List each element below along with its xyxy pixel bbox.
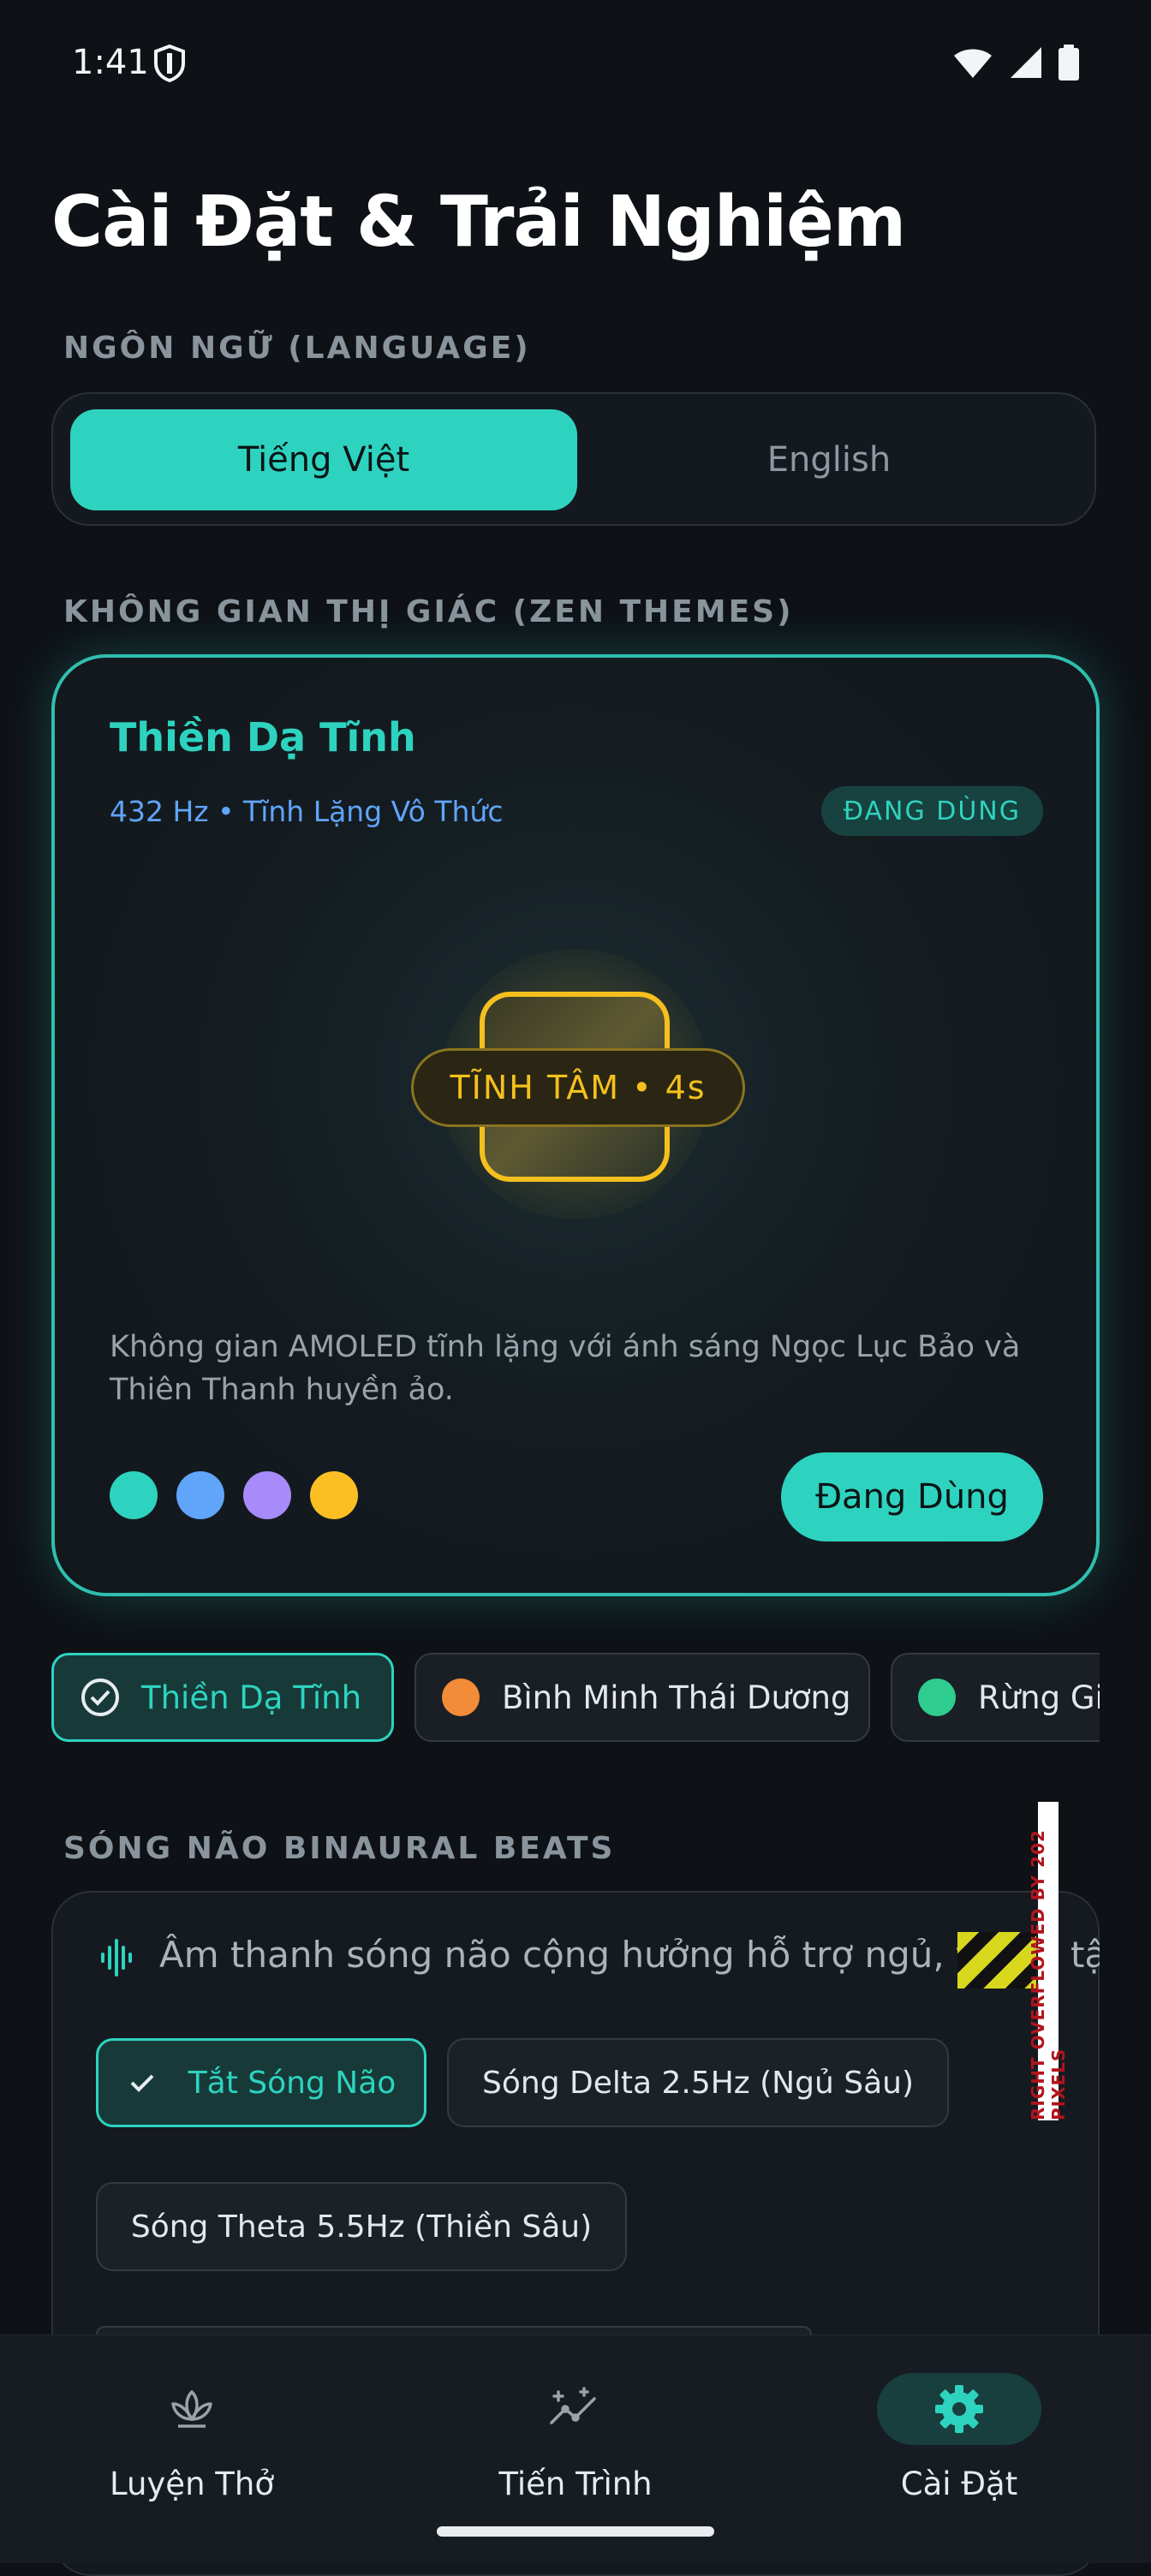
language-option-english[interactable]: English: [576, 409, 1082, 510]
nav-item-breathing[interactable]: Luyện Thở: [0, 2335, 384, 2563]
nav-label: Luyện Thở: [110, 2466, 274, 2502]
page-title: Cài Đặt & Trải Nghiệm: [51, 182, 906, 263]
nav-label: Cài Đặt: [900, 2466, 1018, 2502]
beat-option-delta[interactable]: Sóng Delta 2.5Hz (Ngủ Sâu): [447, 2038, 949, 2127]
trend-sparkle-icon: [524, 2373, 627, 2445]
home-indicator[interactable]: [437, 2526, 714, 2537]
theme-chip-label: Thiền Dạ Tĩnh: [141, 1679, 362, 1716]
gear-icon: [877, 2373, 1041, 2445]
color-dot-icon: [918, 1679, 956, 1716]
wifi-icon: [954, 49, 992, 78]
beat-option-label: Tắt Sóng Não: [188, 2065, 397, 2101]
nav-item-settings[interactable]: Cài Đặt: [767, 2335, 1151, 2563]
color-dot-icon: [442, 1679, 480, 1716]
status-time: 1:41: [72, 43, 149, 82]
check-icon: [130, 2074, 154, 2092]
palette-dot-blue: [176, 1471, 224, 1519]
breath-label: TĨNH TÂM • 4s: [411, 1048, 745, 1127]
theme-description: Không gian AMOLED tĩnh lặng với ánh sáng…: [110, 1330, 1021, 1407]
theme-subtitle: 432 Hz • Tĩnh Lặng Vô Thức: [110, 795, 504, 828]
palette-dot-teal: [110, 1471, 158, 1519]
use-theme-button[interactable]: Đang Dùng: [781, 1452, 1043, 1541]
beat-option-theta[interactable]: Sóng Theta 5.5Hz (Thiền Sâu): [96, 2182, 627, 2271]
language-section-label: NGÔN NGỮ (LANGUAGE): [63, 331, 531, 366]
theme-name: Thiền Dạ Tĩnh: [110, 714, 416, 760]
battery-icon: [1059, 45, 1079, 80]
beat-option-label: Sóng Theta 5.5Hz (Thiền Sâu): [130, 2209, 593, 2245]
theme-preview-card: Thiền Dạ Tĩnh 432 Hz • Tĩnh Lặng Vô Thức…: [51, 654, 1100, 1596]
palette-dot-amber: [310, 1471, 358, 1519]
themes-section-label: KHÔNG GIAN THỊ GIÁC (ZEN THEMES): [63, 594, 794, 629]
shield-icon: [151, 43, 188, 84]
sound-wave-icon: [99, 1937, 137, 1978]
beat-option-label: Sóng Delta 2.5Hz (Ngủ Sâu): [482, 2065, 914, 2101]
theme-chip-thien-da-tinh[interactable]: Thiền Dạ Tĩnh: [51, 1653, 394, 1742]
theme-chip-binh-minh[interactable]: Bình Minh Thái Dương: [414, 1653, 870, 1742]
signal-icon: [1011, 47, 1041, 78]
overflow-warning-label: RIGHT OVERFLOWED BY 202 PIXELS: [1028, 1802, 1069, 2120]
theme-chip-label: Rừng Già: [978, 1679, 1100, 1716]
binaural-section-label: SÓNG NÃO BINAURAL BEATS: [63, 1831, 616, 1866]
beat-option-off[interactable]: Tắt Sóng Não: [96, 2038, 426, 2127]
status-badge: ĐANG DÙNG: [820, 786, 1043, 836]
language-toggle: Tiếng Việt English: [51, 392, 1096, 526]
overflow-warning-stripe: [957, 1932, 1036, 1989]
lotus-icon: [140, 2373, 243, 2445]
theme-chip-label: Bình Minh Thái Dương: [502, 1679, 851, 1716]
language-option-vietnamese[interactable]: Tiếng Việt: [70, 409, 577, 510]
beat-option-partial[interactable]: [96, 2326, 812, 2334]
nav-label: Tiến Trình: [498, 2466, 653, 2502]
theme-chip-rung-gia[interactable]: Rừng Già: [891, 1653, 1100, 1742]
check-circle-icon: [81, 1679, 119, 1716]
palette-dot-purple: [243, 1471, 291, 1519]
status-icons: [952, 45, 1079, 80]
